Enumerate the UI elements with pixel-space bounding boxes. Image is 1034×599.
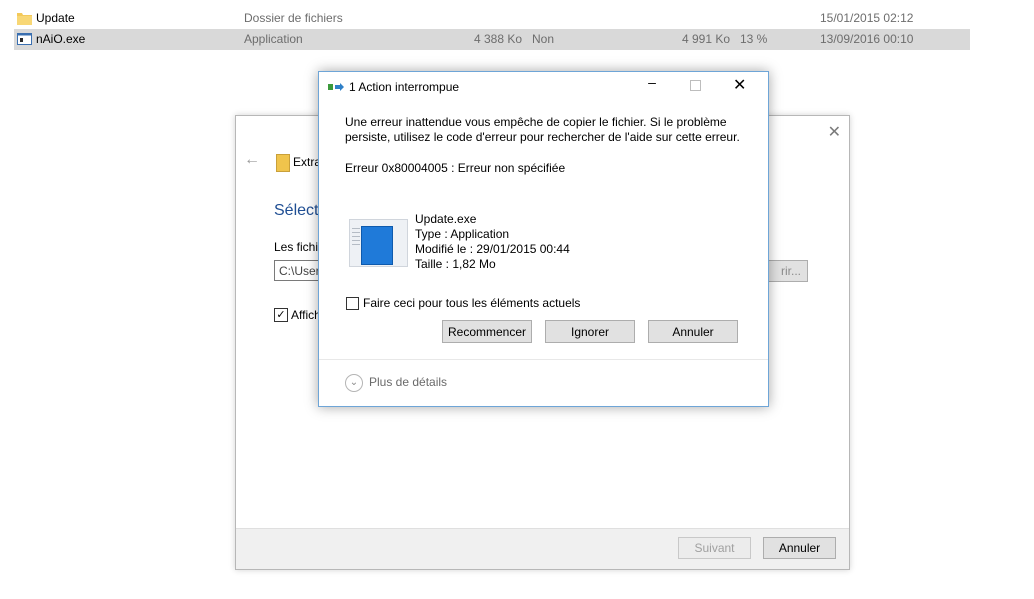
file-name-cell: nAiO.exe bbox=[36, 32, 86, 46]
retry-button[interactable]: Recommencer bbox=[442, 320, 532, 343]
file-row[interactable]: nAiO.exe Application 4 388 Ko Non 4 991 Ko 13… bbox=[14, 29, 970, 50]
more-details-link[interactable]: Plus de détails bbox=[369, 375, 447, 389]
ignore-button[interactable]: Ignorer bbox=[545, 320, 635, 343]
file-size: Taille : 1,82 Mo bbox=[415, 257, 496, 271]
application-file-icon bbox=[349, 219, 408, 267]
zip-folder-icon bbox=[276, 154, 290, 172]
file-size-cell: 4 388 Ko bbox=[474, 32, 523, 46]
chevron-down-icon[interactable]: ⌄ bbox=[345, 374, 363, 392]
error-code: Erreur 0x80004005 : Erreur non spécifiée bbox=[345, 161, 566, 175]
show-files-checkbox[interactable]: ✓ bbox=[274, 308, 288, 322]
close-icon[interactable]: ✕ bbox=[733, 75, 746, 95]
file-row[interactable]: Update Dossier de fichiers 15/01/2015 02:1… bbox=[14, 8, 970, 29]
destination-label: Les fichi bbox=[274, 240, 319, 254]
file-date-cell: 13/09/2016 00:10 bbox=[820, 32, 914, 46]
folder-icon bbox=[17, 11, 32, 25]
maximize-icon bbox=[690, 80, 701, 91]
error-message: Une erreur inattendue vous empêche de co… bbox=[345, 115, 740, 144]
file-compressed-cell: Non bbox=[532, 32, 555, 46]
file-type-cell: Dossier de fichiers bbox=[244, 11, 343, 25]
back-arrow-icon[interactable]: ← bbox=[244, 151, 260, 169]
file-transfer-icon bbox=[328, 83, 344, 91]
next-button[interactable]: Suivant bbox=[678, 537, 751, 559]
dialog-title: 1 Action interrompue bbox=[349, 80, 460, 94]
wizard-heading: Sélecti bbox=[274, 202, 323, 219]
apply-to-all-checkbox[interactable] bbox=[346, 297, 359, 310]
wizard-footer: Suivant Annuler bbox=[236, 528, 849, 569]
wizard-cancel-button[interactable]: Annuler bbox=[763, 537, 836, 559]
cancel-button[interactable]: Annuler bbox=[648, 320, 738, 343]
wizard-close-icon[interactable]: ✕ bbox=[828, 122, 841, 142]
minimize-icon[interactable]: – bbox=[642, 74, 662, 90]
copy-error-dialog: 1 Action interrompue – ✕ Une erreur inat… bbox=[318, 71, 769, 407]
file-info: Update.exe Type : Application Modifié le… bbox=[415, 212, 570, 272]
file-packed-size-cell: 4 991 Ko bbox=[682, 32, 731, 46]
file-type: Type : Application bbox=[415, 227, 510, 241]
wizard-title: Extra bbox=[293, 155, 322, 169]
exe-icon bbox=[17, 32, 32, 46]
file-name: Update.exe bbox=[415, 212, 477, 226]
file-type-cell: Application bbox=[244, 32, 303, 46]
apply-to-all-label[interactable]: Faire ceci pour tous les éléments actuel… bbox=[363, 296, 580, 310]
file-modified: Modifié le : 29/01/2015 00:44 bbox=[415, 242, 570, 256]
file-name-cell: Update bbox=[36, 11, 75, 25]
file-date-cell: 15/01/2015 02:12 bbox=[820, 11, 914, 25]
show-files-label: Affich bbox=[291, 308, 321, 322]
file-ratio-cell: 13 % bbox=[740, 32, 768, 46]
